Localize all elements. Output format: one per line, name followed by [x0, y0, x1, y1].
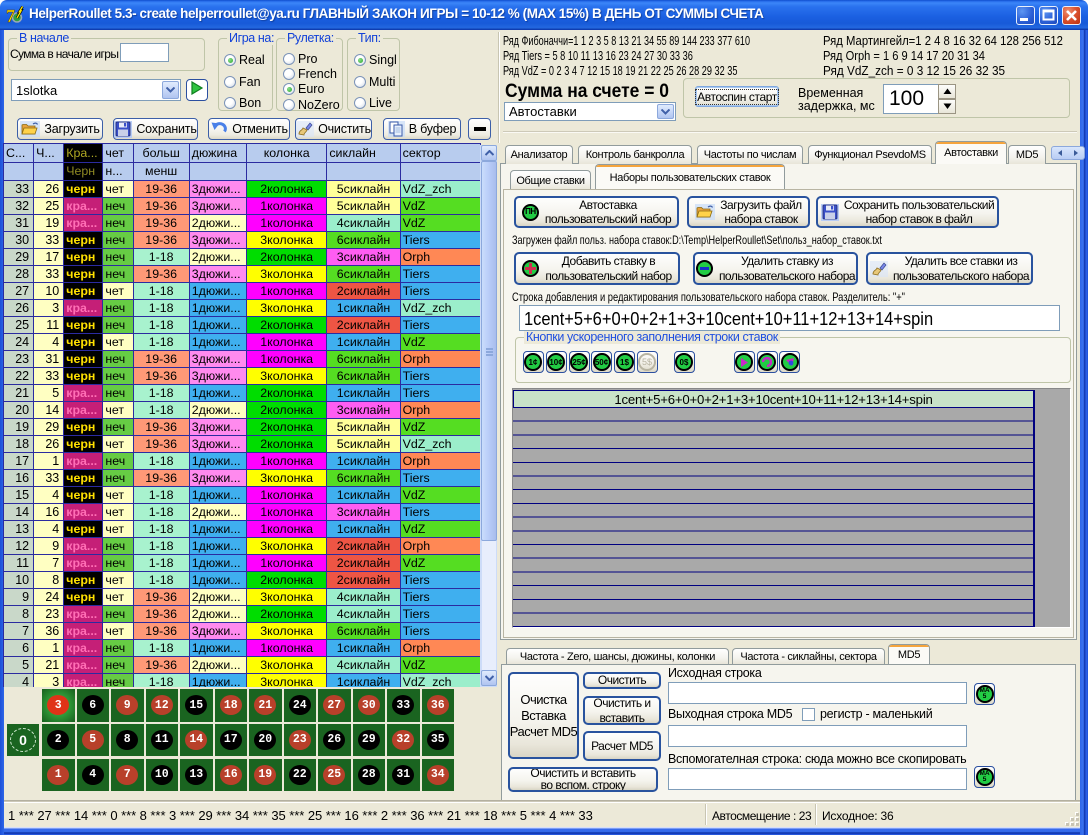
svg-text:7: 7	[6, 6, 15, 25]
